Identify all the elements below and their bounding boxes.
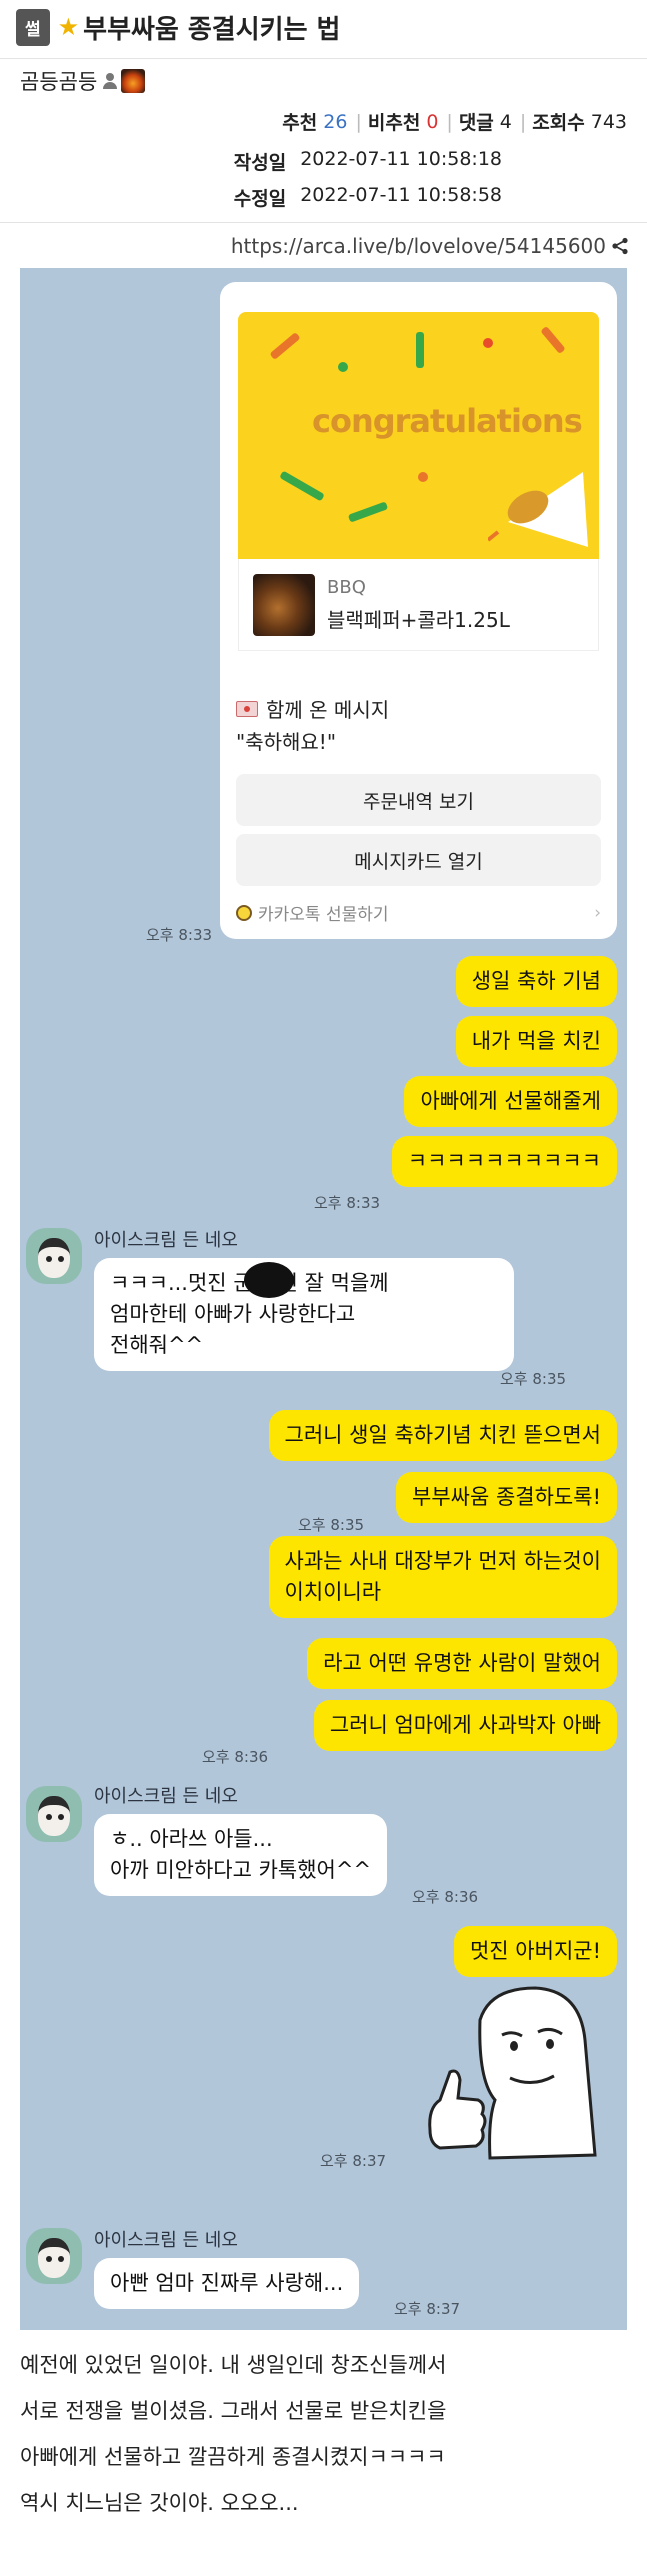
gift-product[interactable]: BBQ 블랙페퍼+콜라1.25L [238, 559, 599, 651]
confetti [269, 332, 301, 360]
divider: | [355, 110, 362, 133]
star-icon: ★ [57, 13, 80, 41]
sender-name: 아이스크림 든 네오 [94, 2230, 238, 2251]
confetti [540, 325, 566, 355]
gift-message-title: 함께 온 메시지 [236, 694, 389, 723]
censor-blot [244, 1262, 294, 1298]
party-popper-icon [488, 472, 588, 547]
my-message-bubble: 부부싸움 종결하도록! [396, 1472, 617, 1523]
modified-date: 2022-07-11 10:58:58 [300, 184, 502, 206]
created-label: 작성일 [233, 152, 287, 174]
author-name[interactable]: 곰등곰등 [20, 66, 97, 96]
product-brand: BBQ [327, 576, 366, 598]
divider: | [519, 110, 527, 133]
body-line: 역시 치느님은 갓이야. 오오오... [20, 2491, 299, 2515]
envelope-icon [236, 700, 258, 717]
body-line: 서로 전쟁을 벌이셨음. 그래서 선물로 받은치킨을 [20, 2399, 447, 2423]
body-line: 예전에 있었던 일이야. 내 생일인데 창조신들께서 [20, 2353, 447, 2377]
gift-banner-image: congratulations [238, 312, 599, 559]
my-message-bubble: 멋진 아버지군! [453, 1926, 617, 1977]
their-message-bubble: ㅋㅋㅋ...멋진 군 치킨 잘 먹을께 엄마한테 아빠가 사랑한다고 전해줘^^ [94, 1258, 514, 1371]
my-message-bubble: 라고 어떤 유명한 사람이 말했어 [307, 1638, 617, 1689]
my-message-bubble: 그러니 생일 축하기념 치킨 뜯으면서 [268, 1410, 617, 1461]
stat-upvotes: 26 [323, 110, 348, 133]
stats-row: 추천 26 | 비추천 0 | 댓글 4 | 조회수 743 [282, 108, 627, 135]
product-thumbnail [253, 573, 315, 636]
created-date-row: 작성일 2022-07-11 10:58:18 [234, 148, 502, 175]
gift-footer-text: 카카오톡 선물하기 [258, 905, 389, 925]
confetti [416, 332, 424, 368]
stat-label-views: 조회수 [532, 112, 585, 134]
gift-message: "축하해요!" [236, 730, 337, 754]
divider [0, 58, 647, 59]
category-badge[interactable]: 썰 [16, 8, 50, 46]
their-message-bubble: ㅎ.. 아라쓰 아들... 아까 미안하다고 카톡했어^^ [94, 1814, 388, 1896]
avatar[interactable] [26, 1228, 82, 1284]
message-card-button[interactable]: 메시지카드 열기 [236, 834, 601, 886]
profile-badge-icon [121, 69, 146, 93]
message-time: 오후 8:37 [394, 2300, 461, 2318]
post-body: 예전에 있었던 일이야. 내 생일인데 창조신들께서 서로 전쟁을 벌이셨음. … [20, 2342, 630, 2526]
my-message-bubble: 아빠에게 선물해줄게 [404, 1076, 617, 1127]
confetti [338, 362, 348, 372]
stat-label-downvotes: 비추천 [367, 112, 421, 134]
message-time: 오후 8:36 [202, 1748, 269, 1766]
body-line: 아빠에게 선물하고 깔끔하게 종결시켰지ㅋㅋㅋㅋ [20, 2445, 446, 2469]
confetti [418, 472, 428, 482]
message-time: 오후 8:36 [412, 1888, 479, 1906]
avatar[interactable] [26, 1786, 82, 1842]
share-icon[interactable] [611, 237, 629, 255]
post-title-row: 썰 ★ 부부싸움 종결시키는 법 [16, 8, 340, 46]
confetti [483, 338, 493, 348]
author-row: 곰등곰등 [20, 66, 146, 96]
post-url-link[interactable]: https://arca.live/b/lovelove/54145600 [231, 234, 606, 258]
divider: | [446, 110, 453, 133]
order-history-button[interactable]: 주문내역 보기 [236, 774, 601, 826]
gift-card[interactable]: congratulations BBQ 블랙페퍼+콜라1.25L 함께 온 메시… [220, 282, 617, 939]
divider [0, 222, 647, 223]
product-name: 블랙페퍼+콜라1.25L [327, 607, 510, 632]
sender-name: 아이스크림 든 네오 [94, 1786, 238, 1807]
my-message-bubble: 내가 먹을 치킨 [455, 1016, 617, 1067]
stat-label-comments: 댓글 [458, 112, 494, 134]
their-message-bubble: 아빤 엄마 진짜루 사랑해... [94, 2258, 360, 2309]
stat-downvotes: 0 [426, 110, 439, 133]
message-time: 오후 8:35 [298, 1516, 365, 1534]
post-title: 부부싸움 종결시키는 법 [83, 14, 341, 45]
message-time: 오후 8:37 [320, 2152, 387, 2170]
modified-date-row: 수정일 2022-07-11 10:58:58 [234, 184, 502, 211]
confetti [279, 470, 325, 502]
stat-label-upvotes: 추천 [282, 112, 318, 134]
gift-footer[interactable]: 카카오톡 선물하기 › [236, 900, 601, 925]
avatar[interactable] [26, 2228, 82, 2284]
post-page: 썰 ★ 부부싸움 종결시키는 법 곰등곰등 추천 26 | 비추천 0 | 댓글… [0, 0, 647, 2572]
created-date: 2022-07-11 10:58:18 [300, 148, 502, 170]
stat-comments: 4 [499, 110, 512, 133]
gift-message-title-text: 함께 온 메시지 [266, 698, 390, 722]
my-message-bubble: 그러니 엄마에게 사과박자 아빠 [313, 1700, 617, 1751]
chevron-right-icon: › [594, 902, 601, 923]
message-text: ㅋㅋㅋ...멋진 [110, 1271, 227, 1295]
user-icon [103, 72, 118, 90]
confetti [347, 501, 389, 523]
message-text: 엄마한테 아빠가 사랑한다고 전해줘^^ [110, 1302, 356, 1357]
chat-screenshot: congratulations BBQ 블랙페퍼+콜라1.25L 함께 온 메시… [20, 268, 627, 2330]
message-time: 오후 8:33 [146, 926, 213, 944]
sender-name: 아이스크림 든 네오 [94, 1230, 238, 1251]
congratulations-text: congratulations [312, 402, 583, 440]
kakao-gift-icon [236, 904, 252, 921]
message-time: 오후 8:35 [500, 1370, 567, 1388]
message-time: 오후 8:33 [314, 1194, 381, 1212]
my-message-bubble: 사과는 사내 대장부가 먼저 하는것이 이치이니라 [268, 1536, 617, 1618]
thumbs-up-sticker [428, 1986, 597, 2160]
post-url-row: https://arca.live/b/lovelove/54145600 [231, 234, 629, 258]
modified-label: 수정일 [233, 188, 287, 210]
stat-views: 743 [590, 110, 627, 133]
my-message-bubble: ㅋㅋㅋㅋㅋㅋㅋㅋㅋㅋ [391, 1136, 617, 1187]
my-message-bubble: 생일 축하 기념 [455, 956, 617, 1007]
